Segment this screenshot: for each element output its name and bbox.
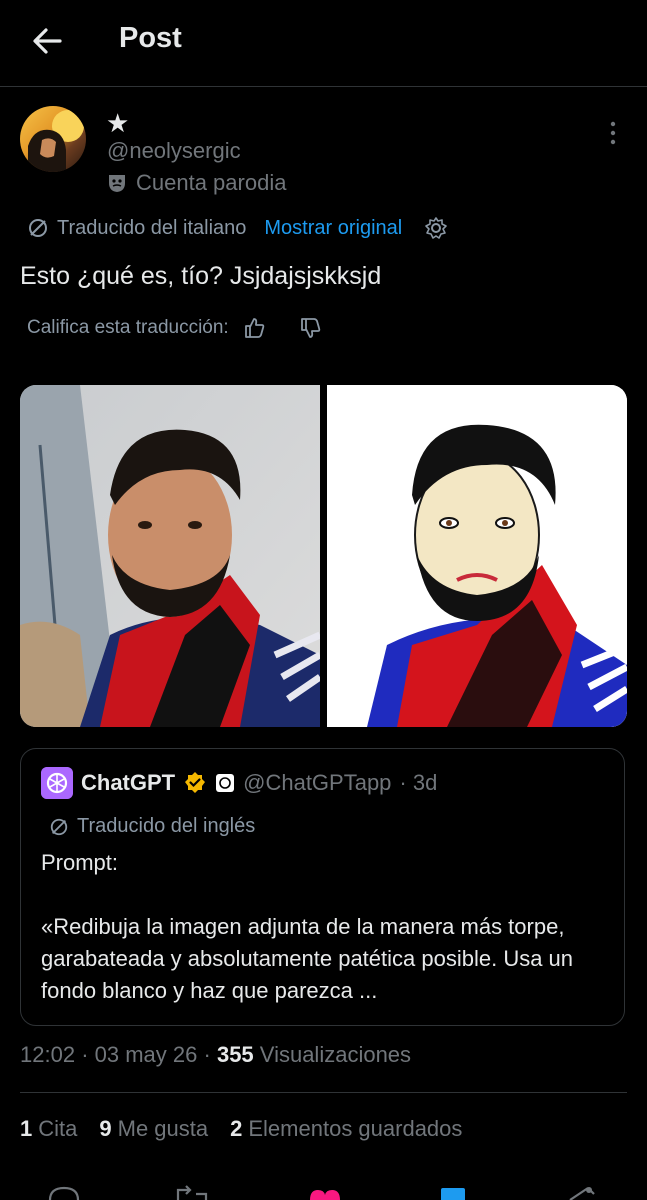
repost-icon[interactable] — [176, 1185, 208, 1200]
back-arrow-icon[interactable] — [30, 24, 64, 58]
translation-note: Traducido del italiano — [57, 216, 247, 239]
bookmark-icon[interactable] — [441, 1188, 465, 1200]
quoted-translation-text: Traducido del inglés — [77, 815, 256, 837]
media-grid[interactable] — [20, 385, 627, 727]
thumbs-up-icon[interactable] — [243, 316, 267, 340]
theater-mask-icon — [109, 175, 125, 192]
post-date: 03 may 26 — [94, 1042, 198, 1067]
action-bar — [48, 1185, 595, 1200]
author-handle[interactable]: @neolysergic — [107, 138, 241, 164]
quoted-header: ChatGPT @ChatGPTapp · 3d — [41, 767, 437, 799]
post-text: Esto ¿qué es, tío? Jsjdajsjskksjd — [20, 262, 382, 290]
show-original-link[interactable]: Mostrar original — [264, 217, 402, 240]
saves-label: Elementos guardados — [248, 1116, 463, 1141]
like-heart-icon[interactable] — [310, 1190, 340, 1200]
affiliate-badge-icon — [216, 774, 235, 792]
likes-label: Me gusta — [117, 1116, 209, 1141]
thumbs-down-icon[interactable] — [299, 316, 323, 340]
drawing-scribble[interactable] — [327, 385, 627, 727]
saves-stat[interactable]: 2 Elementos guardados — [230, 1116, 462, 1142]
views-label: Visualizaciones — [259, 1042, 412, 1067]
saves-count: 2 — [230, 1116, 243, 1141]
avatar[interactable] — [20, 106, 86, 172]
quoted-translation-note: Traducido del inglés — [49, 815, 255, 838]
likes-count: 9 — [99, 1116, 112, 1141]
more-options-icon[interactable] — [602, 120, 624, 146]
meta-separator: · — [81, 1042, 89, 1067]
quotes-stat[interactable]: 1 Cita — [20, 1116, 77, 1142]
parody-label-text: Cuenta parodia — [136, 170, 287, 195]
quotes-label: Cita — [38, 1116, 78, 1141]
quoted-post[interactable]: ChatGPT @ChatGPTapp · 3d Traducido del i… — [20, 748, 625, 1026]
reply-icon[interactable] — [48, 1186, 80, 1200]
quoted-time: · 3d — [399, 770, 438, 795]
chatgpt-avatar-icon — [41, 767, 73, 799]
likes-stat[interactable]: 9 Me gusta — [99, 1116, 208, 1142]
rate-translation: Califica esta traducción: — [27, 316, 323, 340]
gear-icon[interactable] — [424, 216, 448, 240]
divider — [20, 1092, 627, 1093]
meta-separator: · — [203, 1042, 211, 1067]
quoted-author-name[interactable]: ChatGPT — [81, 770, 175, 796]
quotes-count: 1 — [20, 1116, 33, 1141]
quoted-text: Prompt: «Redibuja la imagen adjunta de l… — [41, 850, 574, 1003]
post-meta: 12:02 · 03 may 26 · 355 Visualizaciones — [20, 1042, 411, 1068]
translate-icon — [50, 818, 68, 835]
engagement-stats: 1 Cita 9 Me gusta 2 Elementos guardados — [20, 1116, 462, 1142]
post-time: 12:02 — [20, 1042, 76, 1067]
view-count: 355 — [216, 1042, 254, 1067]
parody-label: Cuenta parodia — [106, 170, 286, 196]
rate-label: Califica esta traducción: — [27, 317, 229, 338]
verified-badge-icon — [185, 772, 206, 793]
quoted-author-handle[interactable]: @ChatGPTapp — [243, 770, 391, 796]
photo-selfie[interactable] — [20, 385, 322, 727]
translate-icon — [29, 219, 47, 237]
top-bar — [0, 0, 647, 87]
translation-bar: Traducido del italiano Mostrar original — [27, 216, 448, 240]
page-title: Post — [119, 22, 182, 54]
display-name[interactable]: ★ — [106, 108, 129, 139]
